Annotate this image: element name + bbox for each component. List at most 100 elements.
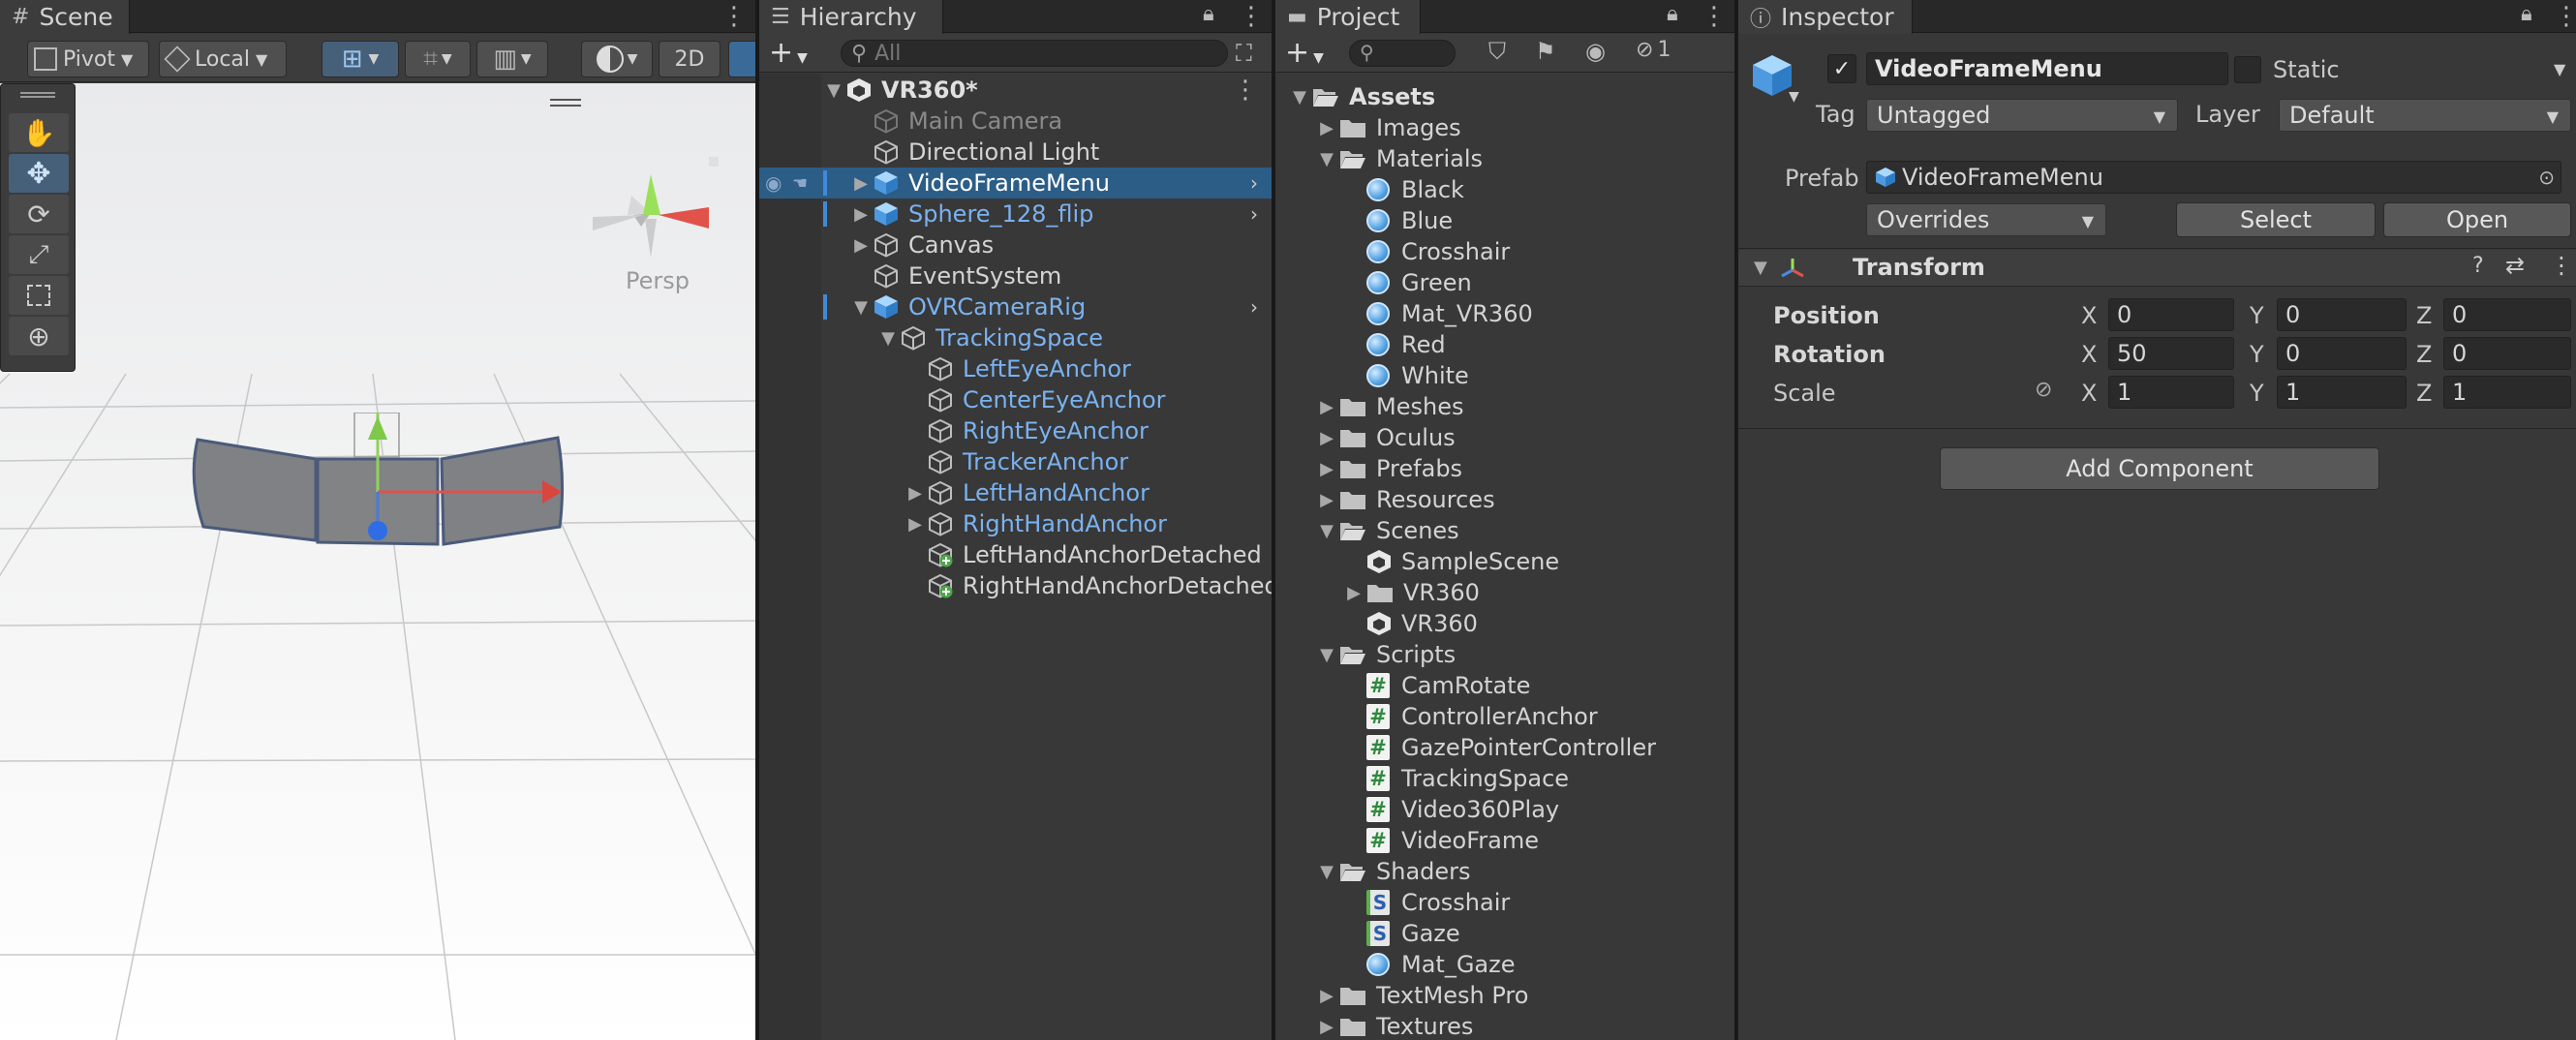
tag-dropdown[interactable]: Untagged ▼ [1866, 99, 2178, 132]
project-item[interactable]: ▶ Prefabs [1275, 453, 1734, 484]
project-item[interactable]: S Crosshair [1275, 887, 1734, 918]
scale-y-field[interactable]: 1 [2277, 376, 2407, 409]
hierarchy-item[interactable]: RightEyeAnchor [759, 415, 1272, 446]
rotation-z-field[interactable]: 0 [2443, 337, 2571, 370]
hierarchy-item[interactable]: CenterEyeAnchor [759, 384, 1272, 415]
pivot-dropdown[interactable]: Pivot ▼ [27, 41, 149, 77]
position-x-label[interactable]: X [2081, 302, 2097, 329]
tab-inspector[interactable]: ⓘ Inspector [1738, 0, 1913, 34]
collapse-arrow-icon[interactable]: ▼ [1754, 258, 1767, 278]
rotation-x-label[interactable]: X [2081, 341, 2097, 368]
hierarchy-item[interactable]: ▶ Canvas [759, 229, 1272, 260]
expand-arrow-icon[interactable]: ▶ [1341, 583, 1366, 603]
hierarchy-item[interactable]: ▶ VideoFrameMenu › ◉ ☚ [759, 168, 1272, 199]
visibility-eye-icon[interactable]: ◉ [765, 171, 782, 195]
shading-mode-dropdown[interactable]: ▼ [581, 41, 653, 77]
expand-arrow-icon[interactable]: ▶ [1314, 118, 1339, 138]
project-item[interactable]: ▶ VR360 [1275, 577, 1734, 608]
scale-tool-button[interactable]: ⤢ [9, 235, 69, 274]
expand-arrow-icon[interactable]: ▶ [1314, 428, 1339, 448]
lock-icon[interactable]: 🔒︎ [1203, 2, 1214, 26]
project-item[interactable]: ▶ Images [1275, 112, 1734, 143]
expand-arrow-icon[interactable]: ▶ [903, 514, 928, 535]
project-item[interactable]: Black [1275, 174, 1734, 205]
scene-viewport[interactable]: ✋ ✥ ⟳ ⤢ ⊕ Persp [0, 83, 755, 1040]
scene-root-row[interactable]: ▼ VR360* ⋮ [759, 75, 1272, 106]
project-item[interactable]: ▼ Materials [1275, 143, 1734, 174]
project-item[interactable]: # CamRotate [1275, 670, 1734, 701]
expand-arrow-icon[interactable]: ▶ [1314, 459, 1339, 479]
rotation-y-field[interactable]: 0 [2277, 337, 2407, 370]
project-item[interactable]: ▶ Meshes [1275, 391, 1734, 422]
projection-label[interactable]: Persp [626, 267, 690, 294]
tab-hierarchy[interactable]: ☰ Hierarchy [759, 0, 943, 34]
create-button[interactable]: + ▼ [769, 36, 808, 70]
presets-icon[interactable]: ⇄ [2505, 252, 2525, 279]
scale-x-field[interactable]: 1 [2108, 376, 2234, 409]
project-item[interactable]: VR360 [1275, 608, 1734, 639]
add-component-button[interactable]: Add Component [1940, 447, 2379, 490]
transform-header[interactable]: ▼ Transform ? ⇄ ⋮ [1738, 250, 2576, 287]
scale-z-label[interactable]: Z [2416, 380, 2432, 407]
search-by-type-icon[interactable]: ⛉ [1488, 38, 1506, 65]
expand-arrow-icon[interactable]: ▼ [1314, 862, 1339, 882]
overrides-dropdown[interactable]: Overrides ▼ [1866, 203, 2106, 236]
project-item[interactable]: S Gaze [1275, 918, 1734, 949]
project-item[interactable]: Crosshair [1275, 236, 1734, 267]
position-z-field[interactable]: 0 [2443, 298, 2571, 331]
expand-arrow-icon[interactable]: ▼ [1314, 521, 1339, 541]
create-asset-button[interactable]: + ▼ [1285, 36, 1324, 70]
scale-x-label[interactable]: X [2081, 380, 2097, 407]
local-dropdown[interactable]: Local ▼ [159, 41, 287, 77]
prefab-menu-caret[interactable]: ▼ [1789, 89, 1799, 105]
tab-project[interactable]: ▬ Project [1275, 0, 1421, 34]
position-y-label[interactable]: Y [2250, 302, 2264, 329]
hierarchy-item[interactable]: ▼ OVRCameraRig › [759, 291, 1272, 322]
hierarchy-item[interactable]: LeftHandAnchorDetached [759, 539, 1272, 570]
2d-toggle[interactable]: 2D [659, 41, 721, 77]
transform-tool-button[interactable]: ⊕ [9, 317, 69, 355]
layer-dropdown[interactable]: Default ▼ [2279, 99, 2571, 132]
lock-icon[interactable]: 🔒︎ [2521, 2, 2532, 26]
expand-arrow-icon[interactable]: ▼ [1314, 645, 1339, 665]
hierarchy-item[interactable]: RightHandAnchorDetached [759, 570, 1272, 601]
open-prefab-chevron-icon[interactable]: › [1250, 202, 1258, 226]
project-item[interactable]: White [1275, 360, 1734, 391]
project-item[interactable]: # VideoFrame [1275, 825, 1734, 856]
project-item[interactable]: ▶ Oculus [1275, 422, 1734, 453]
project-item[interactable]: ▼ Scripts [1275, 639, 1734, 670]
hidden-packages-icon[interactable]: ⊘ 1 [1636, 38, 1671, 62]
log-icon[interactable]: ◉ [1585, 38, 1606, 65]
expand-arrow-icon[interactable]: ▶ [1314, 397, 1339, 417]
select-button[interactable]: Select [2176, 202, 2376, 237]
hierarchy-menu-icon[interactable]: ⋮ [1239, 2, 1264, 31]
tab-scene[interactable]: # Scene [0, 0, 130, 34]
hierarchy-item[interactable]: TrackerAnchor [759, 446, 1272, 477]
expand-arrow-icon[interactable]: ▼ [1314, 149, 1339, 169]
rect-tool-button[interactable] [9, 276, 69, 315]
project-item[interactable]: ▼ Shaders [1275, 856, 1734, 887]
rotation-x-field[interactable]: 50 [2108, 337, 2234, 370]
hierarchy-item[interactable]: ▶ RightHandAnchor [759, 508, 1272, 539]
hierarchy-item[interactable]: EventSystem [759, 260, 1272, 291]
project-item[interactable]: Mat_VR360 [1275, 298, 1734, 329]
lighting-toggle[interactable] [728, 41, 755, 77]
rotation-z-label[interactable]: Z [2416, 341, 2432, 368]
hierarchy-item[interactable]: Directional Light [759, 137, 1272, 168]
expand-arrow-icon[interactable]: ▼ [821, 80, 846, 101]
static-checkbox[interactable] [2234, 56, 2261, 83]
project-item[interactable]: Green [1275, 267, 1734, 298]
position-x-field[interactable]: 0 [2108, 298, 2234, 331]
inspector-menu-icon[interactable]: ⋮ [2554, 2, 2576, 31]
component-menu-icon[interactable]: ⋮ [2550, 252, 2573, 279]
project-item[interactable]: # TrackingSpace [1275, 763, 1734, 794]
static-dropdown-caret[interactable]: ▼ [2554, 60, 2565, 78]
rotate-tool-button[interactable]: ⟳ [9, 195, 69, 233]
expand-arrow-icon[interactable]: ▶ [848, 204, 874, 225]
project-item[interactable]: # GazePointerController [1275, 732, 1734, 763]
hierarchy-item[interactable]: Main Camera [759, 106, 1272, 137]
overlay-menu-icon[interactable] [550, 99, 581, 107]
expand-arrow-icon[interactable]: ▶ [1314, 986, 1339, 1006]
ruler-dropdown[interactable]: ▥ ▼ [476, 41, 548, 77]
scene-menu-icon[interactable]: ⋮ [721, 2, 747, 31]
